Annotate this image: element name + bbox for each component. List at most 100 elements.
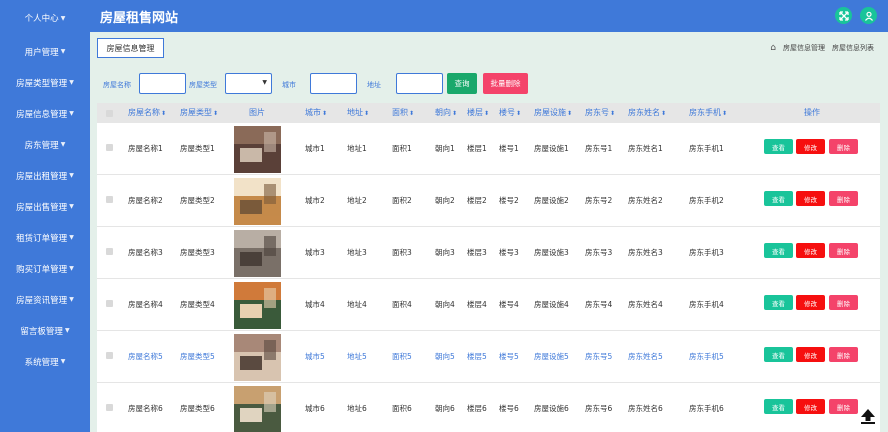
sort-icon: ⬍ <box>661 110 667 117</box>
sort-icon: ⬍ <box>161 110 167 117</box>
cell-landlord-phone: 房东手机3 <box>689 248 724 257</box>
back-to-top-button[interactable] <box>860 408 876 424</box>
cell-landlord-name: 房东姓名2 <box>628 196 663 205</box>
bulk-delete-button[interactable]: 批量删除 <box>483 73 528 94</box>
edit-button[interactable]: 修改 <box>796 243 825 258</box>
th-landlord-name[interactable]: 房东姓名⬍ <box>628 103 666 123</box>
select-all-checkbox[interactable] <box>106 110 113 117</box>
sidebar-item-users[interactable]: 用户管理 ▼ <box>0 36 90 67</box>
th-landlord-phone[interactable]: 房东手机⬍ <box>689 103 727 123</box>
delete-button[interactable]: 删除 <box>829 243 858 258</box>
cell-city: 城市4 <box>305 300 325 309</box>
row-checkbox[interactable] <box>106 352 113 359</box>
view-button[interactable]: 查看 <box>764 399 793 414</box>
cell-landlord-phone: 房东手机6 <box>689 404 724 413</box>
cell-landlord-name: 房东姓名5 <box>628 352 663 361</box>
view-button[interactable]: 查看 <box>764 295 793 310</box>
sidebar-item-news[interactable]: 房屋资讯管理 ▼ <box>0 284 90 315</box>
cell-type: 房屋类型1 <box>180 144 215 153</box>
sidebar-item-house-types[interactable]: 房屋类型管理 ▼ <box>0 67 90 98</box>
th-type[interactable]: 房屋类型⬍ <box>180 103 218 123</box>
cell-facilities: 房屋设施3 <box>534 248 569 257</box>
sidebar-item-label: 房屋信息管理 <box>16 109 68 120</box>
sort-icon: ⬍ <box>484 110 490 117</box>
edit-button[interactable]: 修改 <box>796 191 825 206</box>
sidebar-item-messages[interactable]: 留言板管理 ▼ <box>0 315 90 346</box>
sidebar-item-house-info[interactable]: 房屋信息管理 ▼ <box>0 98 90 129</box>
sidebar-item-purchase-orders[interactable]: 购买订单管理 ▼ <box>0 253 90 284</box>
edit-button[interactable]: 修改 <box>796 295 825 310</box>
cell-landlord-name: 房东姓名6 <box>628 404 663 413</box>
user-button[interactable] <box>860 7 877 24</box>
cell-orientation: 朝向1 <box>435 144 455 153</box>
page-bar: 房屋信息管理 ⌂ 房屋信息管理 房屋信息列表 <box>90 32 888 62</box>
edit-button[interactable]: 修改 <box>796 347 825 362</box>
sidebar-item-rent-orders[interactable]: 租赁订单管理 ▼ <box>0 222 90 253</box>
chevron-down-icon: ▼ <box>60 48 66 55</box>
cell-facilities: 房屋设施1 <box>534 144 569 153</box>
sidebar-item-landlords[interactable]: 房东管理 ▼ <box>0 129 90 160</box>
cell-area: 面积3 <box>392 248 412 257</box>
sidebar-item-label: 房东管理 <box>24 140 59 151</box>
delete-button[interactable]: 删除 <box>829 191 858 206</box>
header: 房屋租售网站 <box>90 0 888 32</box>
th-name[interactable]: 房屋名称⬍ <box>128 103 166 123</box>
city-input[interactable] <box>310 73 357 94</box>
view-button[interactable]: 查看 <box>764 243 793 258</box>
row-checkbox[interactable] <box>106 144 113 151</box>
breadcrumb-item: 房屋信息列表 <box>832 44 874 52</box>
cell-city: 城市5 <box>305 352 325 361</box>
view-button[interactable]: 查看 <box>764 139 793 154</box>
th-city[interactable]: 城市⬍ <box>305 103 327 123</box>
cell-landlord-phone: 房东手机5 <box>689 352 724 361</box>
th-floor[interactable]: 楼层⬍ <box>467 103 489 123</box>
view-button[interactable]: 查看 <box>764 347 793 362</box>
delete-button[interactable]: 删除 <box>829 139 858 154</box>
cell-address: 地址1 <box>347 144 367 153</box>
tab-house-info[interactable]: 房屋信息管理 <box>97 38 164 58</box>
th-landlord-no[interactable]: 房东号⬍ <box>585 103 615 123</box>
breadcrumb-item[interactable]: 房屋信息管理 <box>783 43 825 53</box>
th-orientation[interactable]: 朝向⬍ <box>435 103 457 123</box>
address-input[interactable] <box>396 73 443 94</box>
cell-facilities: 房屋设施2 <box>534 196 569 205</box>
th-address[interactable]: 地址⬍ <box>347 103 369 123</box>
home-icon[interactable]: ⌂ <box>770 43 776 53</box>
cell-landlord-no: 房东号2 <box>585 196 613 205</box>
cell-area: 面积5 <box>392 352 412 361</box>
edit-button[interactable]: 修改 <box>796 399 825 414</box>
th-area[interactable]: 面积⬍ <box>392 103 414 123</box>
name-input[interactable] <box>139 73 186 94</box>
row-checkbox[interactable] <box>106 248 113 255</box>
delete-button[interactable]: 删除 <box>829 347 858 362</box>
edit-button[interactable]: 修改 <box>796 139 825 154</box>
delete-button[interactable]: 删除 <box>829 295 858 310</box>
cell-landlord-name: 房东姓名4 <box>628 300 663 309</box>
cell-type: 房屋类型6 <box>180 404 215 413</box>
chevron-down-icon: ▼ <box>69 79 74 86</box>
sidebar-item-system[interactable]: 系统管理 ▼ <box>0 346 90 377</box>
cell-building: 楼号3 <box>499 248 519 257</box>
fullscreen-button[interactable] <box>835 7 852 24</box>
cell-facilities: 房屋设施4 <box>534 300 569 309</box>
cell-floor: 楼层2 <box>467 196 487 205</box>
house-table: 房屋名称⬍ 房屋类型⬍ 图片 城市⬍ 地址⬍ 面积⬍ 朝向⬍ 楼层⬍ 楼号⬍ 房… <box>97 103 880 432</box>
cell-area: 面积2 <box>392 196 412 205</box>
delete-button[interactable]: 删除 <box>829 399 858 414</box>
sidebar-item-rentals[interactable]: 房屋出租管理 ▼ <box>0 160 90 191</box>
sidebar-item-profile[interactable]: 个人中心 ▼ <box>0 0 90 36</box>
sidebar-item-sales[interactable]: 房屋出售管理 ▼ <box>0 191 90 222</box>
row-checkbox[interactable] <box>106 300 113 307</box>
view-button[interactable]: 查看 <box>764 191 793 206</box>
house-thumbnail <box>234 282 281 329</box>
chevron-down-icon: ▼ <box>60 358 66 365</box>
th-facilities[interactable]: 房屋设施⬍ <box>534 103 572 123</box>
chevron-down-icon: ▼ <box>69 265 74 272</box>
row-checkbox[interactable] <box>106 196 113 203</box>
name-label: 房屋名称 <box>103 81 131 89</box>
row-checkbox[interactable] <box>106 404 113 411</box>
cell-landlord-phone: 房东手机1 <box>689 144 724 153</box>
type-select[interactable]: ▼ <box>225 73 272 94</box>
search-button[interactable]: 查询 <box>447 73 477 94</box>
th-building[interactable]: 楼号⬍ <box>499 103 521 123</box>
